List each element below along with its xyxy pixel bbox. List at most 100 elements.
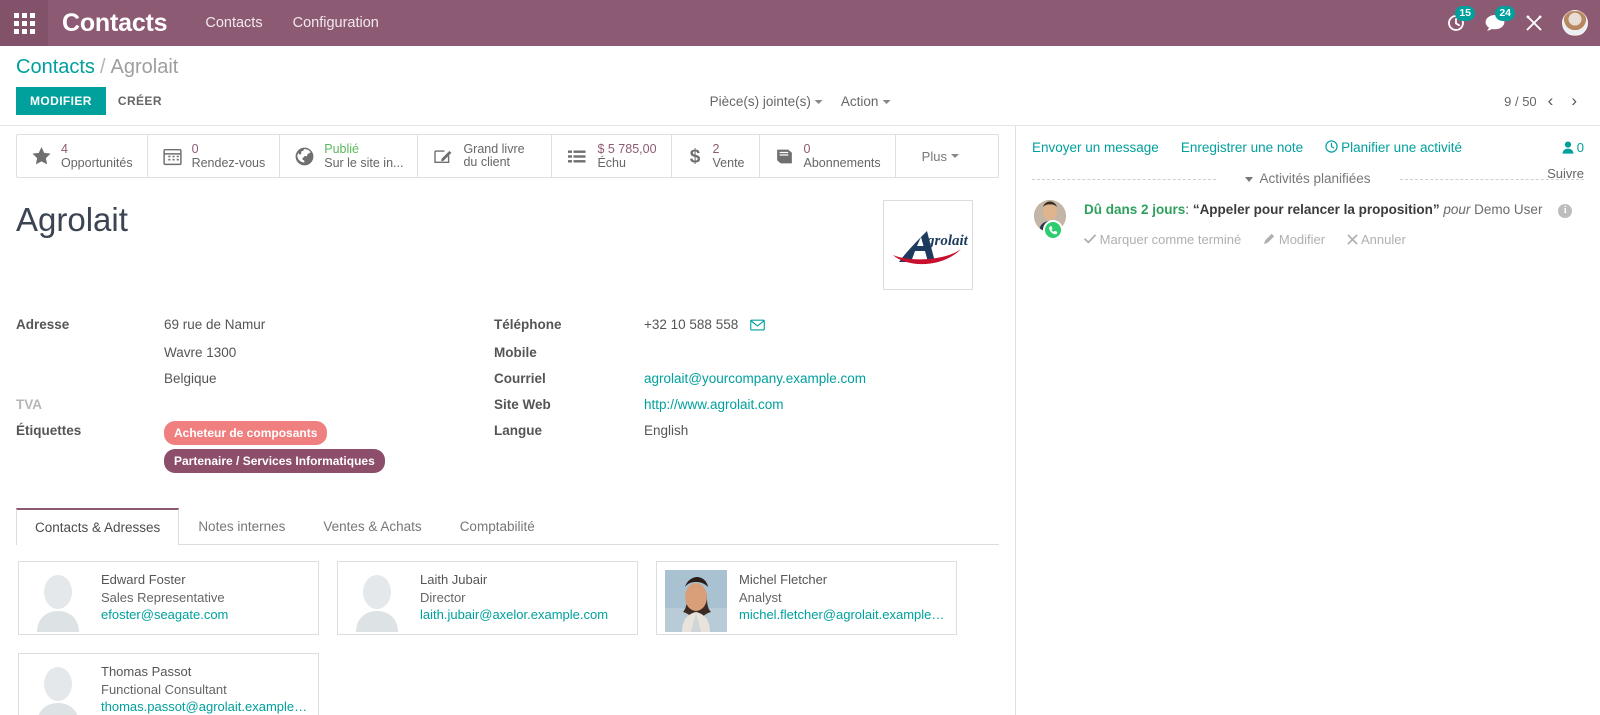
field-label-language: Langue	[494, 423, 543, 438]
contact-name: Laith Jubair	[420, 572, 488, 587]
send-message-button[interactable]: Envoyer un message	[1032, 140, 1159, 155]
page-title: Agrolait	[16, 201, 128, 238]
tab-accounting[interactable]: Comptabilité	[441, 508, 554, 545]
chatter-actions: Envoyer un message Enregistrer une note …	[1032, 140, 1462, 155]
activity-avatar-wrapper	[1034, 200, 1072, 247]
action-dropdown[interactable]: Action	[841, 94, 891, 109]
contact-card[interactable]: Michel Fletcher Analyst michel.fletcher@…	[656, 561, 957, 635]
activity-actions: Marquer comme terminé Modifier Annuler	[1084, 232, 1584, 247]
chevron-down-icon	[950, 154, 959, 158]
contact-name: Thomas Passot	[101, 664, 192, 679]
stat-button-overdue[interactable]: $ 5 785,00 Échu	[552, 135, 672, 177]
stat-value-subscriptions: 0	[803, 142, 811, 156]
breadcrumb: Contacts / Agrolait	[16, 54, 1584, 80]
activity-edit-label: Modifier	[1278, 232, 1326, 247]
app-brand-title[interactable]: Contacts	[48, 9, 183, 38]
envelope-icon[interactable]	[750, 319, 765, 334]
contact-card[interactable]: Laith Jubair Director laith.jubair@axelo…	[337, 561, 638, 635]
stat-button-subscriptions[interactable]: 0 Abonnements	[760, 135, 896, 177]
phone-number: +32 10 588 558	[644, 317, 739, 332]
user-avatar[interactable]	[1562, 10, 1588, 36]
field-label-email: Courriel	[494, 371, 546, 386]
contact-role: Sales Representative	[101, 589, 225, 605]
messaging-menu-button[interactable]: 24	[1484, 6, 1515, 33]
field-value-website: http://www.agrolait.com	[644, 392, 999, 418]
x-icon	[1347, 234, 1358, 245]
stat-label-opportunities: Opportunités	[61, 156, 133, 170]
form-view: 4 Opportunités 0 Rendez-vous Publié Sur …	[0, 126, 1016, 715]
create-button[interactable]: CRÉER	[106, 87, 174, 115]
website-link[interactable]: http://www.agrolait.com	[644, 397, 784, 412]
stat-label-meetings: Rendez-vous	[191, 156, 266, 170]
contact-card[interactable]: Thomas Passot Functional Consultant thom…	[18, 653, 319, 715]
apps-menu-button[interactable]	[0, 0, 48, 46]
avatar	[27, 570, 89, 632]
contact-email[interactable]: thomas.passot@agrolait.example.c...	[101, 698, 310, 715]
calendar-icon	[162, 146, 183, 167]
edit-button[interactable]: MODIFIER	[16, 87, 106, 115]
company-logo[interactable]: grolait	[883, 200, 973, 290]
mark-done-button[interactable]: Marquer comme terminé	[1084, 232, 1241, 247]
field-label-address-spacer-2	[16, 366, 164, 392]
svg-text:grolait: grolait	[926, 233, 969, 249]
record-pager: 9 / 50 ‹ ›	[1504, 91, 1584, 111]
action-label: Action	[840, 93, 879, 109]
stat-button-opportunities[interactable]: 4 Opportunités	[17, 135, 148, 177]
debug-tools-icon[interactable]	[1524, 13, 1544, 33]
clock-icon	[1325, 140, 1338, 153]
stat-button-website-published[interactable]: Publié Sur le site in...	[280, 135, 419, 177]
email-link[interactable]: agrolait@yourcompany.example.com	[644, 371, 866, 386]
log-note-button[interactable]: Enregistrer une note	[1181, 140, 1303, 155]
schedule-activity-button[interactable]: Planifier une activité	[1325, 140, 1462, 155]
planned-activities-section-header[interactable]: Activités planifiées	[1032, 171, 1584, 186]
stat-value-website-published: Publié	[324, 142, 359, 156]
menu-item-configuration[interactable]: Configuration	[279, 2, 393, 44]
stat-button-more[interactable]: Plus	[896, 135, 985, 177]
stat-value-overdue: $ 5 785,00	[597, 142, 657, 156]
stat-button-customer-ledger[interactable]: Grand livre du client	[418, 135, 553, 177]
chevron-down-icon	[882, 99, 891, 104]
info-icon[interactable]: i	[1558, 204, 1573, 218]
menu-item-contacts[interactable]: Contacts	[191, 2, 276, 44]
activity-cancel-button[interactable]: Annuler	[1347, 232, 1406, 247]
control-panel-dropdowns: Pièce(s) jointe(s) Action	[710, 94, 891, 109]
schedule-activity-label: Planifier une activité	[1341, 140, 1462, 155]
stat-label-sales: Vente	[712, 156, 745, 170]
pager-previous-button[interactable]: ‹	[1541, 91, 1561, 111]
activity-cancel-label: Annuler	[1361, 232, 1406, 247]
activity-headline: Dû dans 2 jours: “Appeler pour relancer …	[1084, 200, 1584, 219]
avatar	[346, 570, 408, 632]
tag-acheteur-de-composants[interactable]: Acheteur de composants	[164, 421, 328, 445]
top-navbar: Contacts Contacts Configuration 15 24	[0, 0, 1600, 46]
contact-name: Michel Fletcher	[739, 572, 828, 587]
activity-edit-button[interactable]: Modifier	[1263, 232, 1325, 247]
followers-count: 0	[1576, 140, 1584, 155]
followers-count-button[interactable]: 0	[1547, 140, 1584, 155]
phone-icon	[1043, 220, 1063, 240]
tab-internal-notes[interactable]: Notes internes	[179, 508, 304, 545]
stat-button-sales[interactable]: $ 2 Vente	[672, 135, 760, 177]
dollar-icon: $	[686, 145, 704, 168]
contact-email[interactable]: laith.jubair@axelor.example.com	[420, 606, 608, 624]
tag-partenaire-services-informatiques[interactable]: Partenaire / Services Informatiques	[164, 449, 385, 473]
stat-value-opportunities: 4	[61, 142, 68, 156]
stat-label-customer-ledger: Grand livre du client	[463, 142, 525, 169]
tab-panel-contacts-addresses: Edward Foster Sales Representative efost…	[16, 545, 999, 715]
avatar	[27, 662, 89, 715]
breadcrumb-root[interactable]: Contacts	[16, 56, 95, 78]
contact-email[interactable]: efoster@seagate.com	[101, 606, 228, 624]
contact-email[interactable]: michel.fletcher@agrolait.example.c...	[739, 606, 948, 624]
stat-button-meetings[interactable]: 0 Rendez-vous	[148, 135, 281, 177]
pager-next-button[interactable]: ›	[1564, 91, 1584, 111]
activity-menu-button[interactable]: 15	[1446, 6, 1475, 33]
notebook-tabs: Contacts & Adresses Notes internes Vente…	[16, 508, 999, 545]
field-label-address: Adresse	[16, 317, 70, 332]
navbar-right-tools: 15 24	[1446, 0, 1588, 46]
star-icon	[31, 146, 52, 167]
tab-sales-purchases[interactable]: Ventes & Achats	[304, 508, 440, 545]
contact-card[interactable]: Edward Foster Sales Representative efost…	[18, 561, 319, 635]
record-fields: Adresse 69 rue de Namur Téléphone +32 10…	[0, 290, 1015, 480]
tab-contacts-addresses[interactable]: Contacts & Adresses	[16, 508, 180, 545]
avatar	[665, 570, 727, 632]
attachments-dropdown[interactable]: Pièce(s) jointe(s)	[710, 94, 823, 109]
